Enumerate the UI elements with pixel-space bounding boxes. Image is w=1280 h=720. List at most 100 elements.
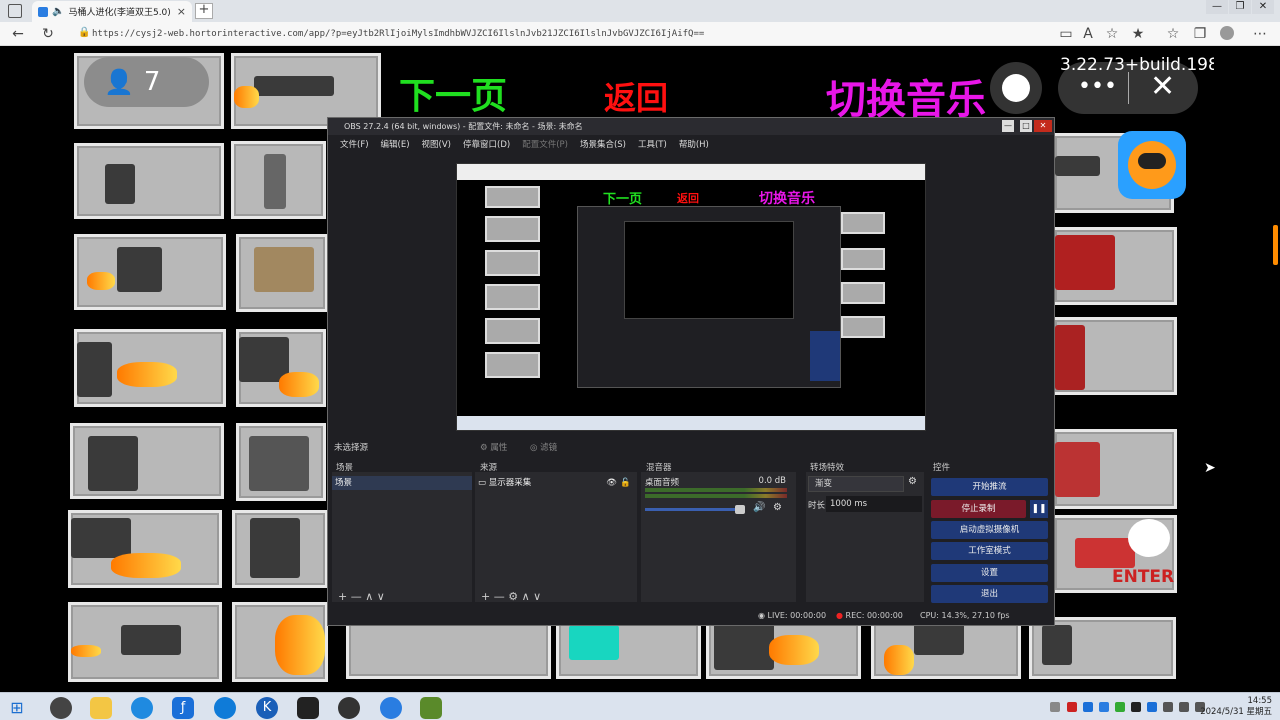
volume-icon[interactable]: [1179, 702, 1189, 712]
menu-tools[interactable]: 工具(T): [638, 138, 667, 154]
collections-panel-icon[interactable]: ❐: [1192, 26, 1208, 42]
tab-actions-icon[interactable]: [8, 4, 22, 18]
unit-card[interactable]: [1052, 429, 1177, 509]
browser-taskbar-icon[interactable]: [380, 697, 402, 719]
menu-file[interactable]: 文件(F): [340, 138, 369, 154]
next-page-button[interactable]: 下一页: [399, 67, 507, 119]
unit-card[interactable]: [232, 602, 328, 682]
move-down-icon[interactable]: ∨: [533, 590, 541, 603]
move-up-icon[interactable]: ∧: [522, 590, 530, 603]
flash-app-icon[interactable]: ƒ: [172, 697, 194, 719]
clock-button[interactable]: [990, 62, 1042, 114]
menu-profile[interactable]: 配置文件(P): [522, 138, 568, 154]
settings-button[interactable]: 设置: [931, 564, 1048, 582]
unit-card[interactable]: [68, 602, 222, 682]
edge-icon[interactable]: [214, 697, 236, 719]
lock-source-icon[interactable]: 🔓: [620, 476, 631, 490]
system-clock[interactable]: 14:55 2024/5/31 星期五: [1200, 696, 1272, 718]
unit-card[interactable]: [1052, 317, 1177, 395]
close-window-button[interactable]: ✕: [1252, 0, 1274, 14]
transition-select[interactable]: 渐变: [808, 476, 904, 492]
player-count-pill[interactable]: 👤 7: [84, 57, 209, 107]
close-icon[interactable]: ✕: [1150, 70, 1175, 104]
properties-button[interactable]: ⚙ 属性: [480, 441, 507, 453]
unit-card[interactable]: [556, 617, 701, 679]
menu-help[interactable]: 帮助(H): [679, 138, 709, 154]
unit-card[interactable]: [74, 143, 224, 219]
remove-icon[interactable]: —: [351, 590, 362, 603]
tray-app-icon[interactable]: [1115, 702, 1125, 712]
obs-maximize-button[interactable]: □: [1020, 120, 1032, 132]
pause-recording-button[interactable]: ❚❚: [1030, 500, 1048, 518]
lock-icon[interactable]: 🔒: [78, 27, 90, 38]
unit-card[interactable]: [70, 423, 224, 499]
studio-mode-button[interactable]: 工作室模式: [931, 542, 1048, 560]
stop-recording-button[interactable]: 停止录制: [931, 500, 1026, 518]
menu-scene-collection[interactable]: 场景集合(S): [580, 138, 626, 154]
tray-app-icon[interactable]: [1083, 702, 1093, 712]
chat-icon[interactable]: [1128, 519, 1170, 557]
minecraft-icon[interactable]: [420, 697, 442, 719]
volume-slider[interactable]: [645, 508, 745, 511]
menu-view[interactable]: 视图(V): [422, 138, 451, 154]
menu-docks[interactable]: 停靠窗口(D): [463, 138, 510, 154]
unit-card[interactable]: [232, 510, 328, 588]
unit-card[interactable]: [1052, 227, 1177, 305]
unit-card[interactable]: [871, 617, 1021, 679]
scene-item[interactable]: 场景: [332, 476, 472, 490]
volume-slider-handle[interactable]: [735, 505, 745, 514]
search-app-icon[interactable]: [131, 697, 153, 719]
more-dots-icon[interactable]: •••: [1078, 74, 1117, 100]
tray-app-icon[interactable]: [1147, 702, 1157, 712]
duration-input[interactable]: 1000 ms: [826, 496, 922, 512]
k-app-icon[interactable]: K: [256, 697, 278, 719]
collections-icon[interactable]: ★: [1130, 26, 1146, 42]
unit-card[interactable]: [1029, 617, 1176, 679]
obs-taskbar-icon[interactable]: [338, 697, 360, 719]
qq-icon[interactable]: [297, 697, 319, 719]
back-button[interactable]: 返回: [604, 73, 668, 119]
tab-close-icon[interactable]: ×: [177, 5, 186, 18]
maximize-button[interactable]: ❐: [1229, 0, 1251, 14]
read-aloud-icon[interactable]: A: [1080, 26, 1096, 42]
start-streaming-button[interactable]: 开始推流: [931, 478, 1048, 496]
browser-tab[interactable]: 🔈 马桶人进化(李道双王5.0) ×: [32, 1, 192, 22]
new-tab-button[interactable]: +: [195, 3, 213, 19]
move-up-icon[interactable]: ∧: [365, 590, 373, 603]
menu-edit[interactable]: 编辑(E): [381, 138, 410, 154]
url-field[interactable]: https://cysj2-web.hortorinteractive.com/…: [92, 25, 1052, 43]
move-down-icon[interactable]: ∨: [377, 590, 385, 603]
visibility-eye-icon[interactable]: 👁: [606, 476, 617, 490]
minimize-button[interactable]: —: [1206, 0, 1228, 14]
profile-avatar[interactable]: [1220, 26, 1234, 40]
tray-app-icon[interactable]: [1067, 702, 1077, 712]
remove-icon[interactable]: —: [494, 590, 505, 603]
add-icon[interactable]: +: [338, 590, 347, 603]
back-arrow-icon[interactable]: ←: [10, 26, 26, 42]
file-explorer-icon[interactable]: [90, 697, 112, 719]
unit-card[interactable]: [231, 141, 326, 219]
add-icon[interactable]: +: [481, 590, 490, 603]
unit-card[interactable]: [706, 617, 861, 679]
tray-chevron-icon[interactable]: [1050, 702, 1060, 712]
unit-card[interactable]: [74, 234, 226, 310]
gear-icon[interactable]: ⚙: [908, 476, 917, 487]
unit-card[interactable]: [74, 329, 226, 407]
app-logo[interactable]: [1118, 131, 1186, 199]
unit-card[interactable]: [346, 617, 551, 679]
network-icon[interactable]: [1163, 702, 1173, 712]
virtual-camera-button[interactable]: 启动虚拟摄像机: [931, 521, 1048, 539]
install-app-icon[interactable]: ▭: [1058, 26, 1074, 42]
speaker-icon[interactable]: 🔈: [52, 6, 64, 17]
obs-minimize-button[interactable]: —: [1002, 120, 1014, 132]
favorite-icon[interactable]: ☆: [1104, 26, 1120, 42]
tray-app-icon[interactable]: [1131, 702, 1141, 712]
exit-button[interactable]: 退出: [931, 585, 1048, 603]
favorites-bar-icon[interactable]: ☆: [1165, 26, 1181, 42]
gear-icon[interactable]: ⚙: [508, 590, 518, 603]
taskbar-app-icon[interactable]: [50, 697, 72, 719]
speaker-icon[interactable]: 🔊: [753, 502, 765, 513]
unit-card[interactable]: [236, 329, 326, 407]
unit-card[interactable]: [236, 234, 328, 312]
unit-card[interactable]: [236, 423, 326, 501]
